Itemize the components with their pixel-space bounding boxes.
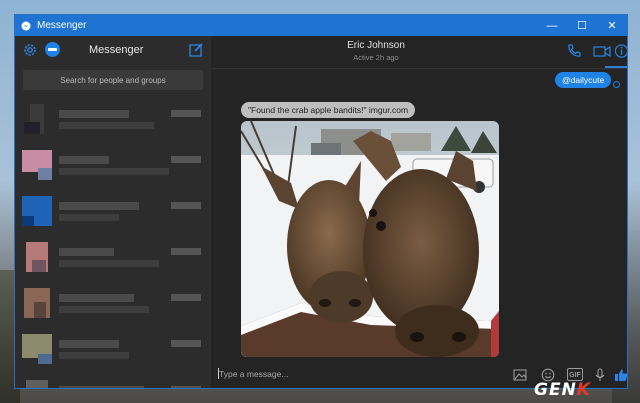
avatar bbox=[24, 104, 44, 134]
contact-name-blurred bbox=[59, 248, 114, 256]
message-list: @dailycute "Found the crab apple bandits… bbox=[211, 69, 627, 359]
contact-item[interactable] bbox=[15, 326, 211, 372]
avatar bbox=[24, 288, 50, 318]
contact-item[interactable] bbox=[15, 96, 211, 142]
contact-name-blurred bbox=[59, 386, 144, 388]
info-tab-indicator bbox=[605, 66, 627, 68]
sidebar: Messenger Search for people and groups bbox=[15, 36, 211, 388]
avatar bbox=[22, 334, 52, 364]
maximize-button[interactable]: ☐ bbox=[567, 15, 597, 36]
watermark-logo: GENK bbox=[534, 380, 591, 400]
incoming-message[interactable]: "Found the crab apple bandits!" imgur.co… bbox=[241, 102, 416, 118]
contact-status: Active 2h ago bbox=[353, 53, 399, 62]
contact-time-blurred bbox=[171, 340, 201, 347]
search-input[interactable]: Search for people and groups bbox=[23, 70, 203, 90]
contact-time-blurred bbox=[171, 294, 201, 301]
contact-time-blurred bbox=[171, 110, 201, 117]
compose-icon[interactable] bbox=[189, 42, 204, 57]
conversation-header: Eric Johnson Active 2h ago bbox=[211, 36, 628, 69]
contact-name-blurred bbox=[59, 294, 134, 302]
close-button[interactable]: ✕ bbox=[597, 15, 627, 36]
shared-photo[interactable] bbox=[241, 121, 499, 357]
microphone-icon[interactable] bbox=[593, 368, 607, 382]
contact-preview-blurred bbox=[59, 122, 154, 129]
contact-preview-blurred bbox=[59, 306, 149, 313]
contact-time-blurred bbox=[171, 202, 201, 209]
contact-item[interactable] bbox=[15, 372, 211, 388]
messenger-app-icon bbox=[21, 21, 31, 30]
seen-indicator-icon bbox=[613, 81, 620, 88]
active-status-icon[interactable] bbox=[45, 42, 60, 57]
info-icon[interactable] bbox=[614, 43, 628, 59]
contact-time-blurred bbox=[171, 386, 201, 388]
minimize-button[interactable]: — bbox=[537, 15, 567, 36]
contact-name-blurred bbox=[59, 156, 109, 164]
title-bar[interactable]: Messenger — ☐ ✕ bbox=[15, 15, 627, 36]
thumbs-up-icon[interactable] bbox=[614, 368, 628, 382]
contact-item[interactable] bbox=[15, 188, 211, 234]
photo-attach-icon[interactable] bbox=[513, 368, 527, 382]
avatar bbox=[22, 150, 52, 180]
contact-name-blurred bbox=[59, 110, 129, 118]
watermark-accent: K bbox=[576, 380, 591, 400]
video-call-icon[interactable] bbox=[593, 43, 611, 59]
contact-name[interactable]: Eric Johnson bbox=[211, 40, 541, 51]
gear-icon[interactable] bbox=[22, 42, 38, 58]
contact-list bbox=[15, 96, 211, 388]
contact-item[interactable] bbox=[15, 234, 211, 280]
avatar bbox=[22, 196, 52, 226]
contact-preview-blurred bbox=[59, 352, 129, 359]
contact-preview-blurred bbox=[59, 214, 119, 221]
sidebar-header: Messenger bbox=[15, 36, 211, 66]
contact-preview-blurred bbox=[59, 260, 159, 267]
avatar bbox=[26, 380, 48, 388]
contact-name-blurred bbox=[59, 202, 139, 210]
contact-name-blurred bbox=[59, 340, 119, 348]
messenger-window: Messenger — ☐ ✕ Messenger Search for peo… bbox=[14, 14, 628, 389]
contact-item[interactable] bbox=[15, 142, 211, 188]
sidebar-title: Messenger bbox=[89, 44, 144, 56]
watermark-text: GEN bbox=[534, 380, 577, 400]
contact-preview-blurred bbox=[59, 168, 169, 175]
avatar bbox=[26, 242, 48, 272]
contact-time-blurred bbox=[171, 156, 201, 163]
contact-time-blurred bbox=[171, 248, 201, 255]
message-input[interactable]: Type a message... bbox=[219, 369, 288, 379]
contact-item[interactable] bbox=[15, 280, 211, 326]
phone-icon[interactable] bbox=[566, 43, 582, 59]
outgoing-message[interactable]: @dailycute bbox=[555, 72, 612, 88]
window-title: Messenger bbox=[37, 20, 87, 31]
